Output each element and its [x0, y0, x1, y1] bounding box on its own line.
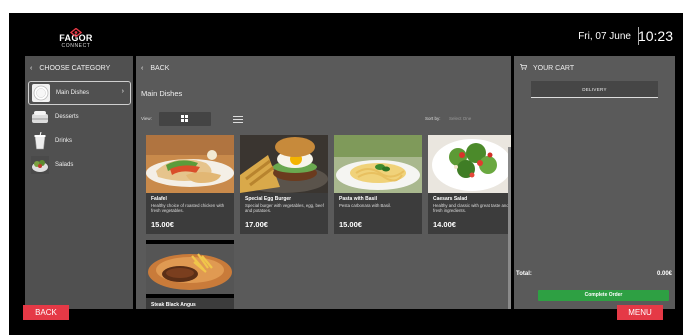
- back-button[interactable]: BACK: [23, 305, 69, 320]
- product-description: Pesta carbonara with Basil.: [339, 203, 392, 208]
- product-card-caesars-salad[interactable]: Caesars Salad Healthy and classic with g…: [428, 135, 511, 234]
- category-panel-header[interactable]: ‹ CHOOSE CATEGORY: [25, 56, 133, 81]
- current-date: Fri, 07 June: [578, 31, 631, 42]
- product-card-steak-black-angus[interactable]: Steak Black Angus: [146, 240, 234, 309]
- product-price: 15.00€: [151, 220, 174, 229]
- product-name: Pasta with Basil: [339, 196, 378, 202]
- product-card-pasta-basil[interactable]: Pasta with Basil Pesta carbonara with Ba…: [334, 135, 422, 234]
- category-label: Desserts: [55, 114, 79, 120]
- current-time: 10:23: [637, 28, 673, 44]
- category-panel: ‹ CHOOSE CATEGORY Main Dishes › Desserts …: [25, 56, 133, 309]
- products-panel: ‹ BACK Main Dishes View: Sort by: Select …: [136, 56, 511, 309]
- scrollbar[interactable]: [508, 147, 511, 309]
- plate-icon: [32, 84, 50, 102]
- cart-panel: YOUR CART DELIVERY Total: 0.00€ Complete…: [514, 56, 675, 309]
- sort-label: Sort by:: [425, 116, 441, 121]
- logo-mark-icon: [69, 24, 83, 38]
- category-item-drinks[interactable]: Drinks: [28, 129, 131, 153]
- product-image: [334, 135, 422, 193]
- product-name: Falafel: [151, 196, 167, 202]
- back-nav-label: BACK: [150, 65, 170, 72]
- product-price: 17.00€: [245, 220, 268, 229]
- product-card-egg-burger[interactable]: Special Egg Burger Special burger with v…: [240, 135, 328, 234]
- drink-cup-icon: [31, 131, 49, 150]
- product-description: Healthy and classic with great taste and…: [433, 203, 509, 214]
- chevron-right-icon: ›: [121, 88, 124, 95]
- product-name: Steak Black Angus: [151, 302, 196, 308]
- chevron-left-icon: ‹: [30, 65, 33, 72]
- dessert-icon: [31, 108, 49, 126]
- category-item-salads[interactable]: Salads: [28, 153, 131, 177]
- category-item-main-dishes[interactable]: Main Dishes ›: [28, 81, 131, 105]
- product-description: Special burger with vegetables, egg, bee…: [245, 203, 324, 214]
- category-label: Drinks: [55, 138, 73, 144]
- cart-title: YOUR CART: [533, 65, 575, 72]
- total-label: Total:: [516, 271, 532, 277]
- product-name: Special Egg Burger: [245, 196, 292, 202]
- complete-order-button[interactable]: Complete Order: [538, 290, 669, 301]
- salad-icon: [31, 156, 49, 174]
- product-description: Healthy choice of roasted chicken with f…: [151, 203, 225, 214]
- product-name: Caesars Salad: [433, 196, 468, 202]
- fagor-logo: FAGOR CONNECT: [58, 24, 94, 49]
- back-nav[interactable]: ‹ BACK: [136, 56, 511, 81]
- chevron-left-icon: ‹: [141, 65, 144, 72]
- tab-delivery[interactable]: DELIVERY: [531, 81, 658, 98]
- page-title: Main Dishes: [141, 89, 183, 98]
- view-toolbar: View: Sort by: Select One: [141, 112, 501, 126]
- category-label: Salads: [55, 162, 74, 168]
- product-card-falafel[interactable]: Falafel Healthy choice of roasted chicke…: [146, 135, 234, 234]
- kiosk-screen: FAGOR CONNECT Fri, 07 June 10:23 ‹ CHOOSE…: [9, 13, 683, 335]
- logo-subtitle: CONNECT: [61, 43, 91, 49]
- shopping-cart-icon: [520, 56, 528, 81]
- grid-view-button[interactable]: [159, 112, 211, 126]
- view-label: View:: [141, 116, 152, 121]
- sort-select[interactable]: Select One: [449, 116, 471, 121]
- category-item-desserts[interactable]: Desserts: [28, 105, 131, 129]
- product-image: [146, 135, 234, 193]
- cart-header: YOUR CART: [514, 56, 675, 81]
- category-panel-title: CHOOSE CATEGORY: [39, 65, 111, 72]
- grid-icon: [181, 115, 188, 122]
- product-image: [240, 135, 328, 193]
- menu-button[interactable]: MENU: [617, 305, 663, 320]
- total-value: 0.00€: [656, 271, 672, 277]
- product-image: [146, 240, 234, 298]
- top-bar: FAGOR CONNECT Fri, 07 June 10:23: [9, 13, 683, 56]
- list-view-button[interactable]: [233, 114, 243, 124]
- product-price: 14.00€: [433, 220, 456, 229]
- category-label: Main Dishes: [56, 90, 90, 96]
- list-icon: [233, 116, 243, 123]
- product-price: 15.00€: [339, 220, 362, 229]
- product-image: [428, 135, 511, 193]
